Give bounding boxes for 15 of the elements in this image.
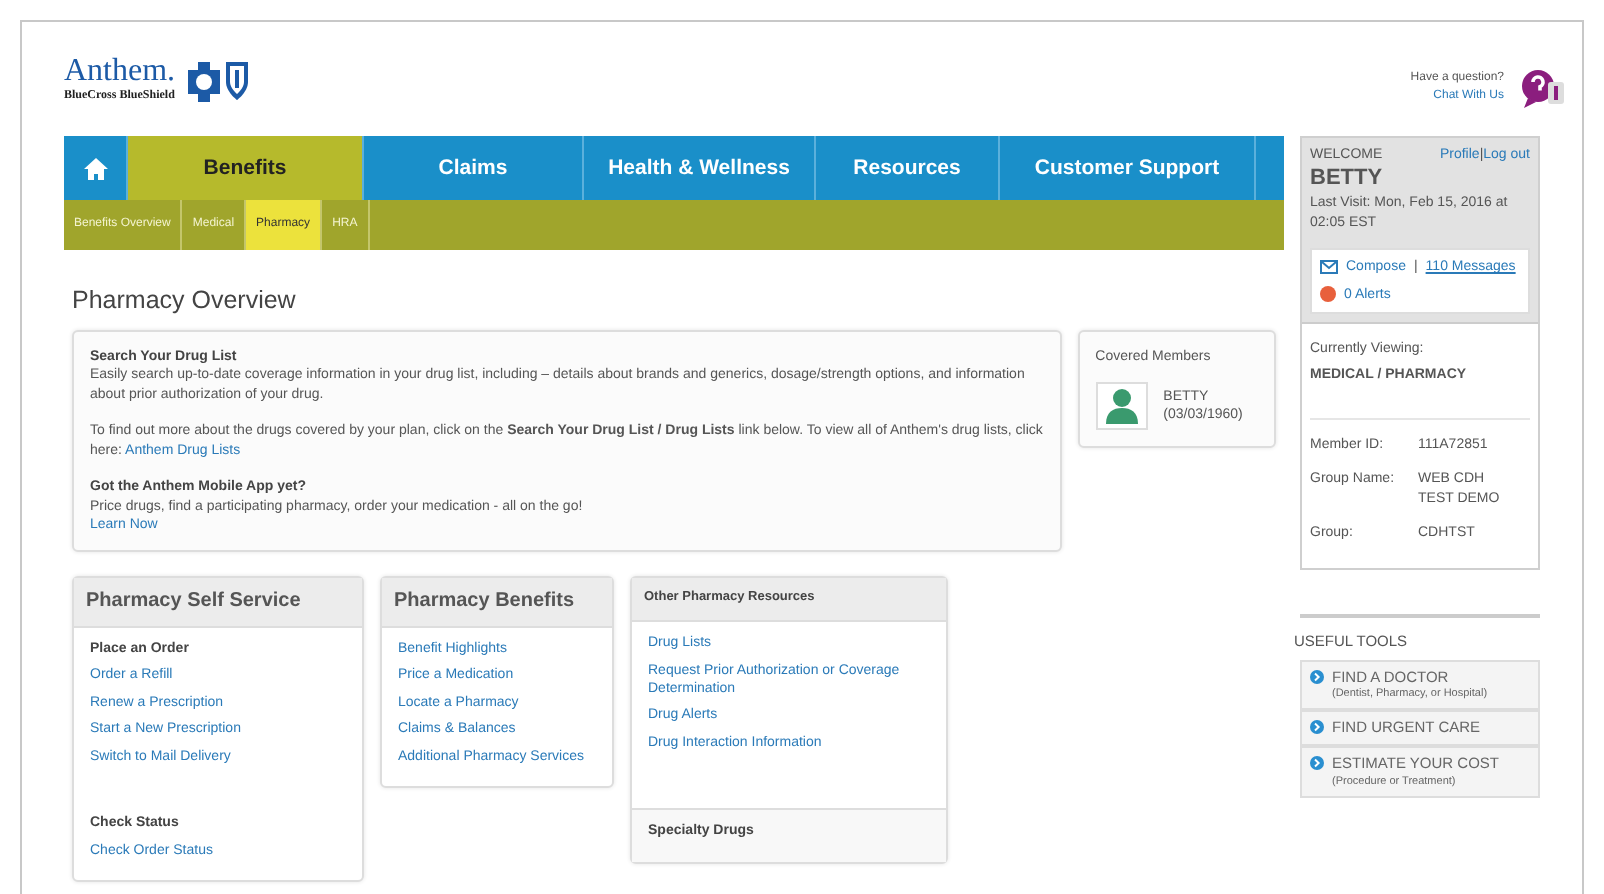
cross-shield-logo-icon bbox=[183, 56, 252, 105]
card-title: Pharmacy Benefits bbox=[382, 578, 612, 628]
user-name: BETTY bbox=[1310, 164, 1385, 195]
page-title: Pharmacy Overview bbox=[72, 284, 298, 318]
nav-tab[interactable]: Benefits bbox=[128, 136, 364, 200]
chat-bubble-icon[interactable] bbox=[1520, 66, 1564, 110]
arrow-circle-icon bbox=[1310, 720, 1324, 735]
card-title: Pharmacy Self Service bbox=[74, 578, 362, 628]
arrow-circle-icon bbox=[1310, 756, 1324, 771]
home-icon bbox=[81, 155, 109, 181]
person-icon bbox=[1095, 382, 1148, 431]
arrow-circle-icon bbox=[1310, 669, 1324, 684]
alert-icon bbox=[1320, 286, 1336, 303]
envelope-icon[interactable] bbox=[1320, 260, 1338, 275]
brand-name: Anthem. bbox=[64, 56, 176, 88]
